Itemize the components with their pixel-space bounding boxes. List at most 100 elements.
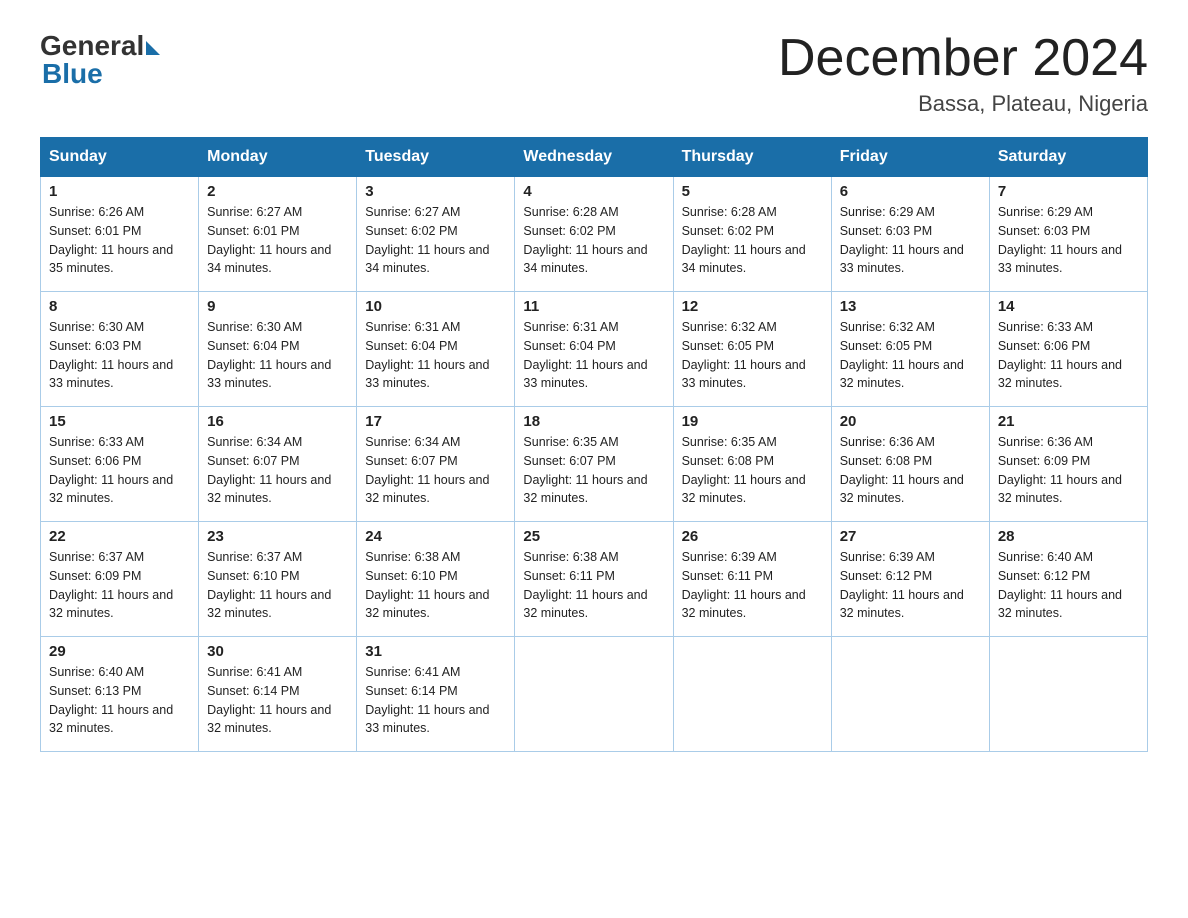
day-number: 6 [840, 183, 981, 200]
day-number: 7 [998, 183, 1139, 200]
calendar-cell: 10 Sunrise: 6:31 AMSunset: 6:04 PMDaylig… [357, 292, 515, 407]
day-number: 11 [523, 298, 664, 315]
calendar-cell: 8 Sunrise: 6:30 AMSunset: 6:03 PMDayligh… [41, 292, 199, 407]
calendar-cell: 27 Sunrise: 6:39 AMSunset: 6:12 PMDaylig… [831, 522, 989, 637]
day-number: 12 [682, 298, 823, 315]
calendar-cell: 15 Sunrise: 6:33 AMSunset: 6:06 PMDaylig… [41, 407, 199, 522]
calendar-cell: 11 Sunrise: 6:31 AMSunset: 6:04 PMDaylig… [515, 292, 673, 407]
calendar-week-row: 22 Sunrise: 6:37 AMSunset: 6:09 PMDaylig… [41, 522, 1148, 637]
day-info: Sunrise: 6:31 AMSunset: 6:04 PMDaylight:… [365, 320, 489, 390]
calendar-cell: 18 Sunrise: 6:35 AMSunset: 6:07 PMDaylig… [515, 407, 673, 522]
day-number: 13 [840, 298, 981, 315]
day-number: 2 [207, 183, 348, 200]
day-info: Sunrise: 6:39 AMSunset: 6:11 PMDaylight:… [682, 550, 806, 620]
calendar-cell: 7 Sunrise: 6:29 AMSunset: 6:03 PMDayligh… [989, 177, 1147, 292]
day-info: Sunrise: 6:31 AMSunset: 6:04 PMDaylight:… [523, 320, 647, 390]
day-info: Sunrise: 6:38 AMSunset: 6:10 PMDaylight:… [365, 550, 489, 620]
day-number: 22 [49, 528, 190, 545]
day-number: 17 [365, 413, 506, 430]
day-number: 25 [523, 528, 664, 545]
logo: General Blue [40, 30, 160, 90]
calendar-cell: 23 Sunrise: 6:37 AMSunset: 6:10 PMDaylig… [199, 522, 357, 637]
day-number: 24 [365, 528, 506, 545]
calendar-cell: 13 Sunrise: 6:32 AMSunset: 6:05 PMDaylig… [831, 292, 989, 407]
header-wednesday: Wednesday [515, 138, 673, 177]
day-number: 27 [840, 528, 981, 545]
day-info: Sunrise: 6:33 AMSunset: 6:06 PMDaylight:… [49, 435, 173, 505]
calendar-cell: 3 Sunrise: 6:27 AMSunset: 6:02 PMDayligh… [357, 177, 515, 292]
day-number: 21 [998, 413, 1139, 430]
day-info: Sunrise: 6:29 AMSunset: 6:03 PMDaylight:… [840, 205, 964, 275]
day-number: 9 [207, 298, 348, 315]
day-info: Sunrise: 6:38 AMSunset: 6:11 PMDaylight:… [523, 550, 647, 620]
day-number: 29 [49, 643, 190, 660]
day-info: Sunrise: 6:40 AMSunset: 6:13 PMDaylight:… [49, 665, 173, 735]
day-info: Sunrise: 6:28 AMSunset: 6:02 PMDaylight:… [682, 205, 806, 275]
logo-blue-text: Blue [42, 58, 160, 90]
day-info: Sunrise: 6:27 AMSunset: 6:01 PMDaylight:… [207, 205, 331, 275]
calendar-cell: 4 Sunrise: 6:28 AMSunset: 6:02 PMDayligh… [515, 177, 673, 292]
location-label: Bassa, Plateau, Nigeria [778, 91, 1148, 117]
calendar-week-row: 1 Sunrise: 6:26 AMSunset: 6:01 PMDayligh… [41, 177, 1148, 292]
day-info: Sunrise: 6:32 AMSunset: 6:05 PMDaylight:… [682, 320, 806, 390]
day-info: Sunrise: 6:30 AMSunset: 6:04 PMDaylight:… [207, 320, 331, 390]
header-thursday: Thursday [673, 138, 831, 177]
calendar-cell: 26 Sunrise: 6:39 AMSunset: 6:11 PMDaylig… [673, 522, 831, 637]
day-number: 14 [998, 298, 1139, 315]
calendar-cell: 21 Sunrise: 6:36 AMSunset: 6:09 PMDaylig… [989, 407, 1147, 522]
day-info: Sunrise: 6:28 AMSunset: 6:02 PMDaylight:… [523, 205, 647, 275]
day-number: 5 [682, 183, 823, 200]
day-info: Sunrise: 6:41 AMSunset: 6:14 PMDaylight:… [365, 665, 489, 735]
day-info: Sunrise: 6:37 AMSunset: 6:09 PMDaylight:… [49, 550, 173, 620]
day-info: Sunrise: 6:37 AMSunset: 6:10 PMDaylight:… [207, 550, 331, 620]
day-info: Sunrise: 6:30 AMSunset: 6:03 PMDaylight:… [49, 320, 173, 390]
day-info: Sunrise: 6:36 AMSunset: 6:08 PMDaylight:… [840, 435, 964, 505]
header-sunday: Sunday [41, 138, 199, 177]
day-number: 10 [365, 298, 506, 315]
header-friday: Friday [831, 138, 989, 177]
calendar-cell: 25 Sunrise: 6:38 AMSunset: 6:11 PMDaylig… [515, 522, 673, 637]
day-info: Sunrise: 6:26 AMSunset: 6:01 PMDaylight:… [49, 205, 173, 275]
calendar-cell: 5 Sunrise: 6:28 AMSunset: 6:02 PMDayligh… [673, 177, 831, 292]
day-number: 26 [682, 528, 823, 545]
calendar-cell: 24 Sunrise: 6:38 AMSunset: 6:10 PMDaylig… [357, 522, 515, 637]
day-info: Sunrise: 6:27 AMSunset: 6:02 PMDaylight:… [365, 205, 489, 275]
header-tuesday: Tuesday [357, 138, 515, 177]
day-number: 28 [998, 528, 1139, 545]
day-number: 4 [523, 183, 664, 200]
calendar-cell: 28 Sunrise: 6:40 AMSunset: 6:12 PMDaylig… [989, 522, 1147, 637]
month-title: December 2024 [778, 30, 1148, 87]
day-number: 30 [207, 643, 348, 660]
calendar-cell [515, 637, 673, 752]
calendar-cell: 31 Sunrise: 6:41 AMSunset: 6:14 PMDaylig… [357, 637, 515, 752]
day-number: 23 [207, 528, 348, 545]
calendar-cell: 2 Sunrise: 6:27 AMSunset: 6:01 PMDayligh… [199, 177, 357, 292]
day-info: Sunrise: 6:35 AMSunset: 6:07 PMDaylight:… [523, 435, 647, 505]
day-info: Sunrise: 6:40 AMSunset: 6:12 PMDaylight:… [998, 550, 1122, 620]
day-info: Sunrise: 6:29 AMSunset: 6:03 PMDaylight:… [998, 205, 1122, 275]
day-info: Sunrise: 6:41 AMSunset: 6:14 PMDaylight:… [207, 665, 331, 735]
day-info: Sunrise: 6:39 AMSunset: 6:12 PMDaylight:… [840, 550, 964, 620]
calendar-cell: 20 Sunrise: 6:36 AMSunset: 6:08 PMDaylig… [831, 407, 989, 522]
calendar-cell [989, 637, 1147, 752]
header-saturday: Saturday [989, 138, 1147, 177]
day-info: Sunrise: 6:36 AMSunset: 6:09 PMDaylight:… [998, 435, 1122, 505]
calendar-cell: 1 Sunrise: 6:26 AMSunset: 6:01 PMDayligh… [41, 177, 199, 292]
calendar-cell [673, 637, 831, 752]
calendar-cell: 19 Sunrise: 6:35 AMSunset: 6:08 PMDaylig… [673, 407, 831, 522]
calendar-cell [831, 637, 989, 752]
calendar-week-row: 29 Sunrise: 6:40 AMSunset: 6:13 PMDaylig… [41, 637, 1148, 752]
calendar-cell: 14 Sunrise: 6:33 AMSunset: 6:06 PMDaylig… [989, 292, 1147, 407]
calendar-cell: 30 Sunrise: 6:41 AMSunset: 6:14 PMDaylig… [199, 637, 357, 752]
calendar-cell: 22 Sunrise: 6:37 AMSunset: 6:09 PMDaylig… [41, 522, 199, 637]
calendar-cell: 29 Sunrise: 6:40 AMSunset: 6:13 PMDaylig… [41, 637, 199, 752]
calendar-header-row: SundayMondayTuesdayWednesdayThursdayFrid… [41, 138, 1148, 177]
page-header: General Blue December 2024 Bassa, Platea… [40, 30, 1148, 117]
day-info: Sunrise: 6:34 AMSunset: 6:07 PMDaylight:… [207, 435, 331, 505]
calendar-cell: 12 Sunrise: 6:32 AMSunset: 6:05 PMDaylig… [673, 292, 831, 407]
day-info: Sunrise: 6:34 AMSunset: 6:07 PMDaylight:… [365, 435, 489, 505]
day-number: 18 [523, 413, 664, 430]
day-number: 3 [365, 183, 506, 200]
header-monday: Monday [199, 138, 357, 177]
day-number: 1 [49, 183, 190, 200]
